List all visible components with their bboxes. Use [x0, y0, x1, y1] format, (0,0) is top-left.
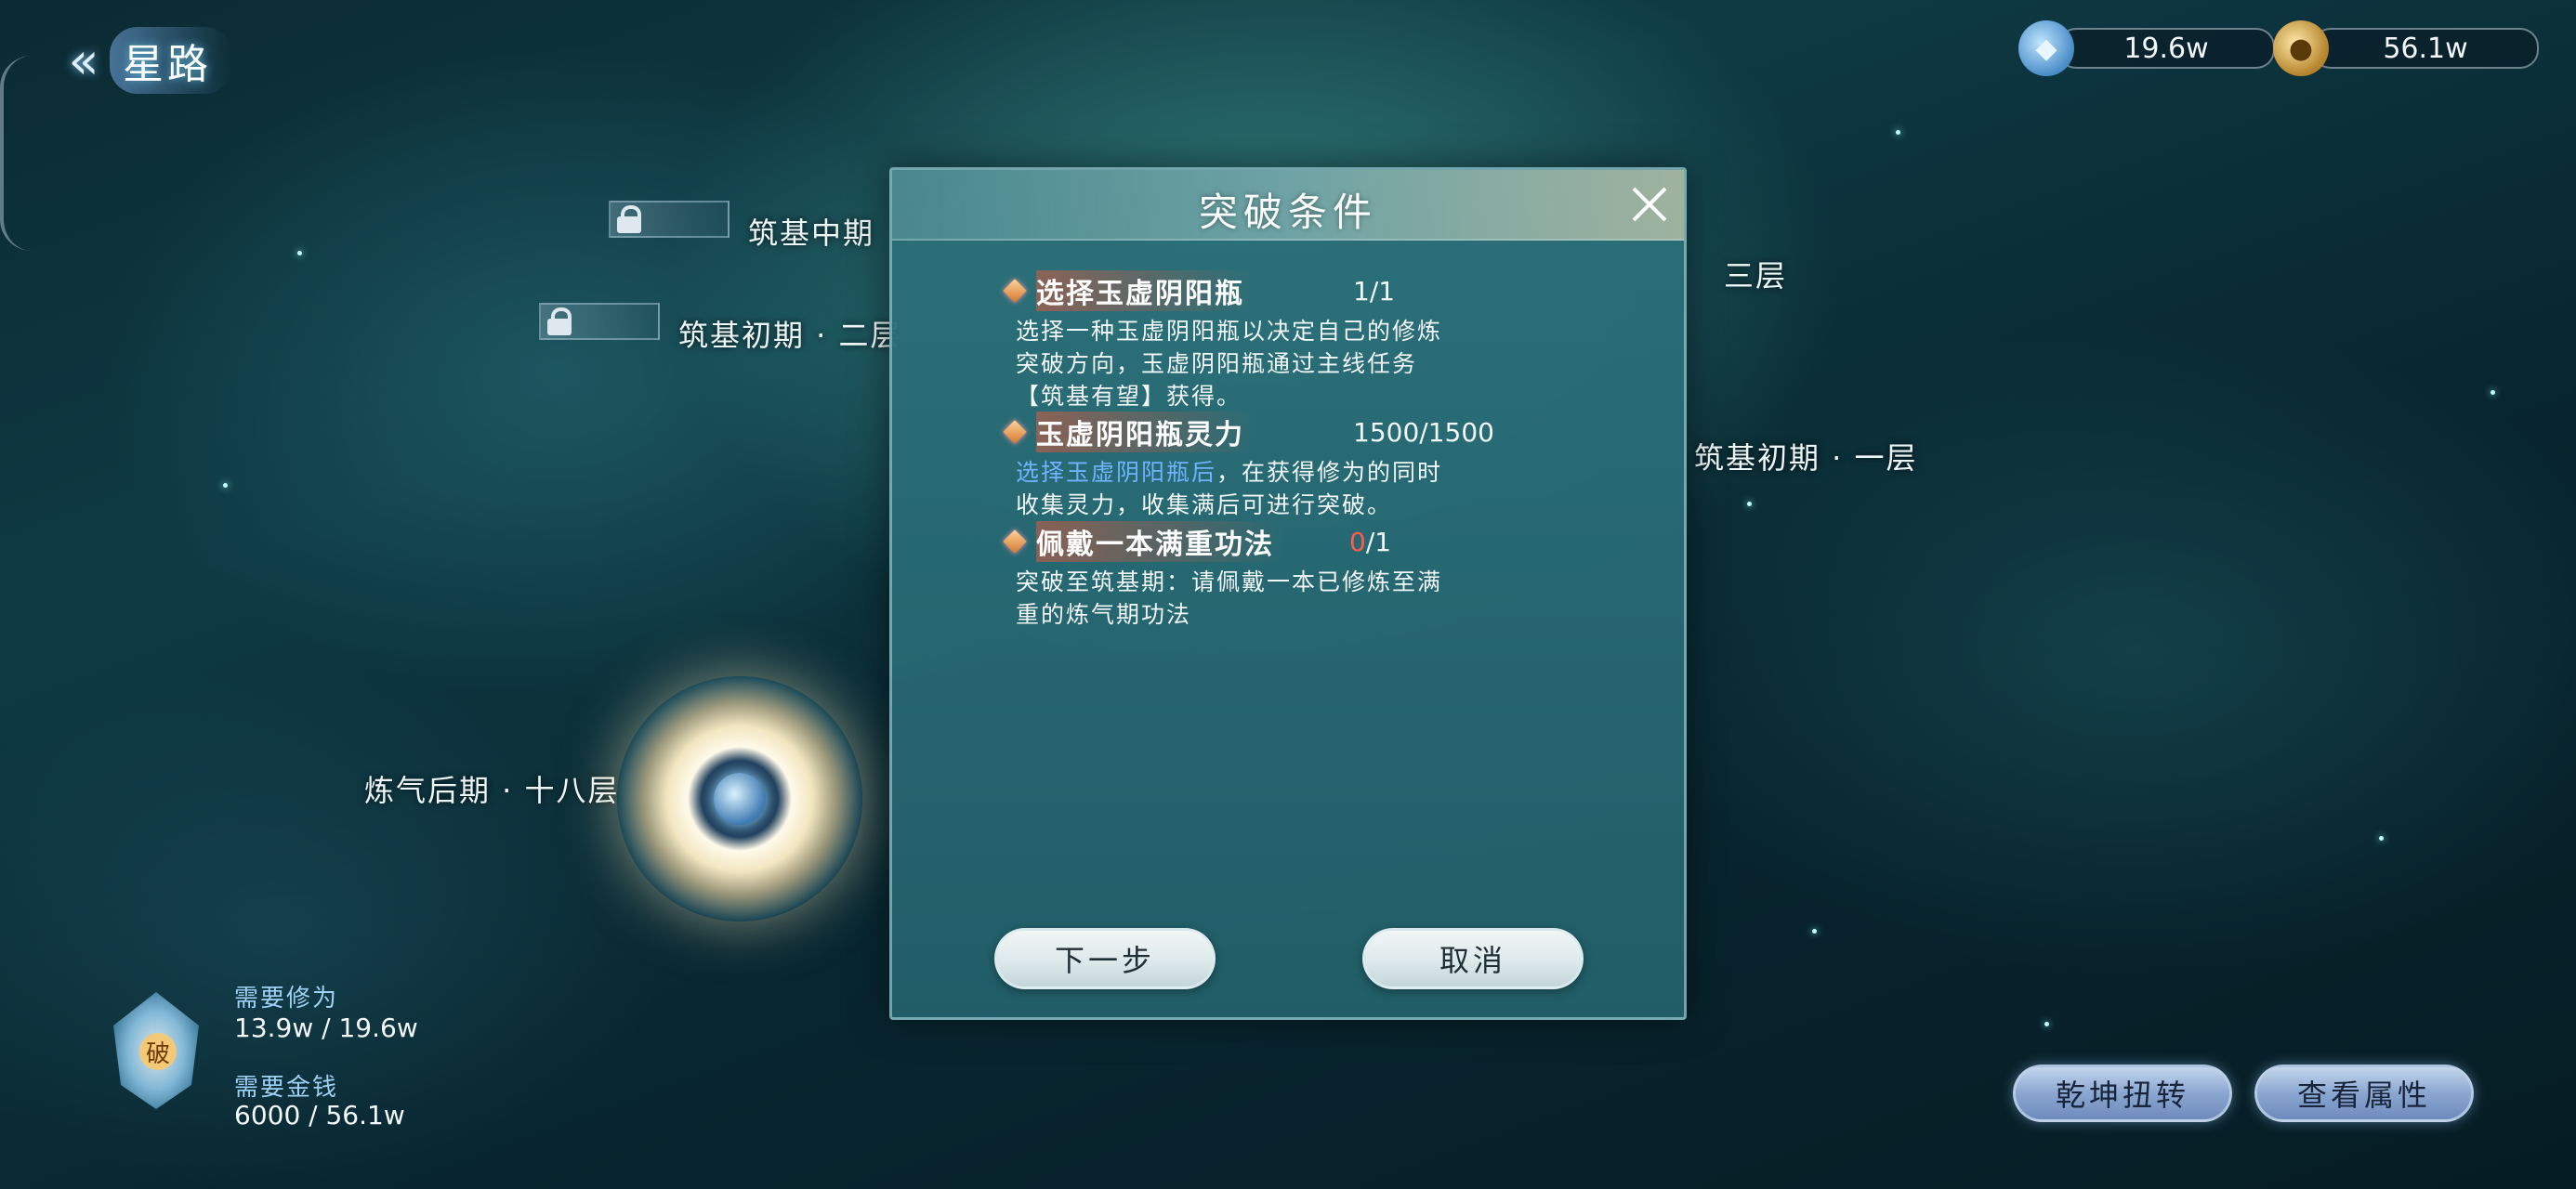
condition-progress-current: 0 [1349, 527, 1366, 557]
condition-progress: 1500/1500 [1353, 417, 1494, 448]
cultivation-crystal-icon: ◆ [2018, 20, 2074, 76]
condition-progress: 0/1 [1349, 527, 1391, 557]
stage-label[interactable]: 筑基初期 · 一层 [1694, 435, 1918, 477]
condition-2-header: 玉虚阴阳瓶灵力 [1003, 412, 1254, 452]
condition-description: 选择玉虚阴阳瓶后，在获得修为的同时收集灵力，收集满后可进行突破。 [1016, 456, 1443, 521]
star-decoration [223, 483, 228, 488]
qiankun-reverse-button[interactable]: 乾坤扭转 [2013, 1065, 2232, 1122]
condition-description: 选择一种玉虚阴阳瓶以决定自己的修炼突破方向，玉虚阴阳瓶通过主线任务【筑基有望】获… [1016, 318, 1443, 410]
condition-1-header: 选择玉虚阴阳瓶 [1003, 270, 1254, 311]
portal-orb-icon [714, 773, 766, 825]
breakthrough-crystal-icon: 破 [102, 988, 210, 1113]
condition-description: 突破至筑基期：请佩戴一本已修炼至满重的炼气期功法 [1016, 568, 1443, 628]
diamond-bullet-icon [1003, 279, 1027, 303]
currency-xiuwei-value: 19.6w [2057, 28, 2275, 69]
close-icon [1632, 187, 1667, 222]
star-decoration [2379, 836, 2384, 841]
breakthrough-char: 破 [139, 1033, 177, 1070]
required-xiuwei-label: 需要修为 [234, 985, 339, 1013]
condition-name: 玉虚阴阳瓶灵力 [1036, 412, 1254, 452]
stage-label[interactable]: 筑基初期 · 二层 [678, 312, 902, 355]
condition-progress: 1/1 [1353, 276, 1396, 307]
cancel-button[interactable]: 取消 [1362, 928, 1584, 989]
side-arc-decoration [0, 56, 32, 251]
condition-name: 选择玉虚阴阳瓶 [1036, 270, 1254, 311]
currency-gold-value: 56.1w [2312, 28, 2539, 69]
star-decoration [2044, 1022, 2049, 1026]
star-decoration [1812, 929, 1817, 934]
required-gold-label: 需要金钱 [234, 1074, 339, 1102]
back-button[interactable]: « 星路 [58, 27, 262, 94]
currency-xiuwei[interactable]: ◆ 19.6w [2018, 20, 2275, 76]
dialog-title: 突破条件 [1198, 189, 1377, 235]
star-decoration [1747, 502, 1752, 506]
back-button-label: 星路 [110, 27, 232, 94]
breakthrough-dialog: 突破条件 选择玉虚阴阳瓶 1/1 选择一种玉虚阴阳瓶以决定自己的修炼突破方向，玉… [889, 167, 1687, 1020]
stage-label[interactable]: 三层 [1724, 253, 1787, 295]
lock-icon [616, 205, 642, 233]
currency-gold[interactable]: ● 56.1w [2273, 20, 2539, 76]
condition-3-header: 佩戴一本满重功法 [1003, 521, 1283, 562]
next-step-button[interactable]: 下一步 [994, 928, 1216, 989]
stage-label-current[interactable]: 炼气后期 · 十八层 [364, 767, 620, 810]
star-decoration [1896, 130, 1900, 135]
diamond-bullet-icon [1003, 420, 1027, 444]
gold-coin-icon: ● [2273, 20, 2329, 76]
required-gold-value: 6000 / 56.1w [234, 1100, 405, 1130]
chevron-left-icon: « [68, 31, 99, 90]
stage-lock-badge [609, 201, 729, 238]
stage-lock-badge [539, 303, 660, 340]
lock-icon [546, 307, 572, 335]
condition-link[interactable]: 选择玉虚阴阳瓶后 [1016, 459, 1216, 486]
star-decoration [2491, 390, 2495, 395]
star-decoration [297, 251, 302, 255]
condition-progress-total: /1 [1365, 527, 1392, 557]
condition-name: 佩戴一本满重功法 [1036, 521, 1283, 562]
stage-label[interactable]: 筑基中期 [748, 210, 874, 253]
view-attributes-button[interactable]: 查看属性 [2254, 1065, 2474, 1122]
diamond-bullet-icon [1003, 529, 1027, 554]
required-xiuwei-value: 13.9w / 19.6w [234, 1013, 418, 1043]
close-button[interactable] [1624, 179, 1675, 229]
